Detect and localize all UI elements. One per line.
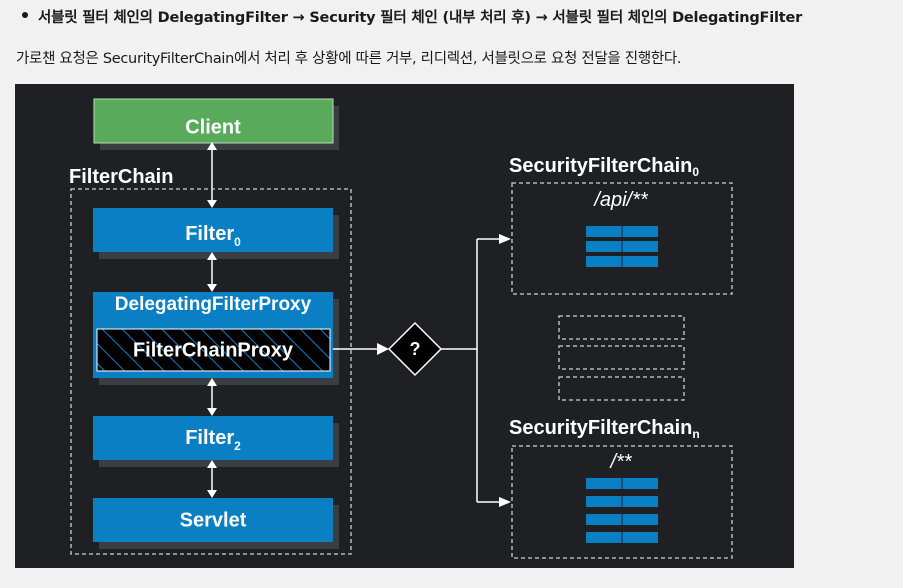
bullet-text: 서블릿 필터 체인의 DelegatingFilter → Security 필…: [38, 10, 803, 26]
client-box: Client: [93, 98, 339, 150]
delegating-filter-proxy-label: DelegatingFilterProxy: [115, 294, 312, 315]
sfcn-pattern: /**: [608, 451, 632, 473]
filter0-label: Filter: [185, 223, 234, 245]
sfcn-title: SecurityFilterChain: [509, 417, 692, 439]
branch-arrows: [441, 234, 511, 507]
proxy-filter2-arrow: [207, 378, 217, 416]
proxy-decision-arrow: [333, 343, 389, 355]
sfc0-pattern: /api/**: [592, 189, 649, 211]
filter0-box: Filter0: [93, 208, 339, 259]
filter2-subscript: 2: [234, 439, 241, 453]
filter2-box: Filter2: [93, 416, 339, 467]
sfc0-filter-stack: [586, 226, 658, 267]
delegating-filter-proxy-box: DelegatingFilterProxy FilterChainProxy: [93, 292, 339, 385]
sfcn-subscript: n: [692, 427, 699, 441]
filterchain-proxy-label: FilterChainProxy: [133, 339, 294, 361]
filter0-subscript: 0: [234, 235, 241, 249]
bullet-dot: [22, 12, 28, 18]
servlet-box: Servlet: [93, 498, 339, 549]
client-filter-arrow: [207, 142, 217, 208]
decision-diamond: ?: [387, 321, 443, 377]
filter2-servlet-arrow: [207, 460, 217, 498]
filterchain-label: FilterChain: [69, 166, 173, 188]
paragraph-text: 가로챈 요청은 SecurityFilterChain에서 처리 후 상황에 따…: [16, 51, 682, 67]
security-filter-diagram: Client FilterChain Filter0 DelegatingFil…: [15, 84, 794, 568]
placeholder-chain-3: [558, 376, 685, 401]
filter0-proxy-arrow: [207, 252, 217, 292]
sfc0-subscript: 0: [692, 165, 699, 179]
svg-text:SecurityFilterChainn: SecurityFilterChainn: [509, 417, 700, 441]
client-label: Client: [185, 116, 241, 138]
svg-text:SecurityFilterChain0: SecurityFilterChain0: [509, 155, 699, 179]
filter2-label: Filter: [185, 427, 234, 449]
sfcn-filter-stack: [586, 478, 658, 543]
servlet-label: Servlet: [180, 509, 247, 531]
sfc0-title: SecurityFilterChain: [509, 155, 692, 177]
placeholder-chain-1: [558, 315, 685, 340]
decision-label: ?: [410, 339, 421, 359]
placeholder-chain-2: [558, 345, 685, 370]
